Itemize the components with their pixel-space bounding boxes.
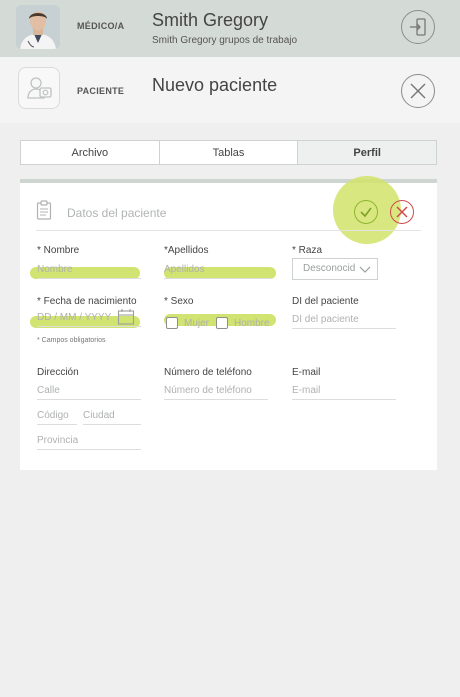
ciudad-field[interactable]: Ciudad (83, 409, 141, 425)
doctor-role-label: MÉDICO/A (77, 21, 125, 31)
cancel-button[interactable] (390, 200, 414, 224)
calle-field[interactable]: Calle (37, 384, 141, 400)
calendar-icon[interactable] (117, 308, 135, 326)
patient-header: PACIENTE Nuevo paciente (0, 57, 460, 123)
mujer-checkbox[interactable] (166, 317, 178, 329)
direccion-label: Dirección (37, 367, 79, 378)
doctor-avatar (16, 5, 60, 49)
clipboard-icon (36, 200, 52, 225)
apellidos-field[interactable]: Apellidos (164, 263, 272, 279)
close-button[interactable] (401, 74, 435, 108)
close-icon (410, 83, 426, 99)
patient-form-card: Datos del paciente * Nombre Nombre *Apel… (20, 176, 437, 470)
doctor-name: Smith Gregory (152, 10, 269, 30)
required-note: * Campos obligatorios (37, 337, 106, 344)
hombre-label: Hombre (234, 318, 270, 329)
tab-tablas[interactable]: Tablas (160, 141, 299, 164)
x-icon (396, 206, 408, 218)
di-field[interactable]: DI del paciente (292, 313, 396, 329)
check-icon (360, 207, 372, 218)
logout-button[interactable] (401, 10, 435, 44)
email-field[interactable]: E-mail (292, 384, 396, 400)
tab-perfil[interactable]: Perfil (298, 141, 437, 164)
tab-archivo[interactable]: Archivo (21, 141, 160, 164)
doctor-subtitle: Smith Gregory grupos de trabajo (152, 35, 298, 46)
hombre-checkbox[interactable] (216, 317, 228, 329)
di-label: DI del paciente (292, 296, 359, 307)
confirm-button[interactable] (354, 200, 378, 224)
tab-bar: Archivo Tablas Perfil (20, 140, 437, 165)
raza-value: Desconocid (303, 263, 356, 274)
telefono-label: Número de teléfono (164, 367, 252, 378)
patient-role-label: PACIENTE (77, 86, 125, 96)
nombre-field[interactable]: Nombre (37, 263, 141, 279)
chevron-down-icon (359, 266, 371, 273)
codigo-field[interactable]: Código (37, 409, 77, 425)
fecha-label: * Fecha de nacimiento (37, 296, 137, 307)
nombre-label: * Nombre (37, 245, 80, 256)
mujer-label: Mujer (184, 318, 210, 329)
card-title: Datos del paciente (67, 206, 167, 220)
email-label: E-mail (292, 367, 321, 378)
patient-icon (18, 67, 60, 109)
raza-select[interactable]: Desconocid (292, 258, 378, 280)
provincia-field[interactable]: Provincia (37, 434, 141, 450)
telefono-field[interactable]: Número de teléfono (164, 384, 268, 400)
page-title: Nuevo paciente (152, 75, 278, 95)
apellidos-label: *Apellidos (164, 245, 209, 256)
sexo-label: * Sexo (164, 296, 194, 307)
divider (36, 230, 421, 231)
raza-label: * Raza (292, 245, 323, 256)
doctor-header: MÉDICO/A Smith Gregory Smith Gregory gru… (0, 0, 460, 57)
logout-icon (410, 18, 426, 36)
